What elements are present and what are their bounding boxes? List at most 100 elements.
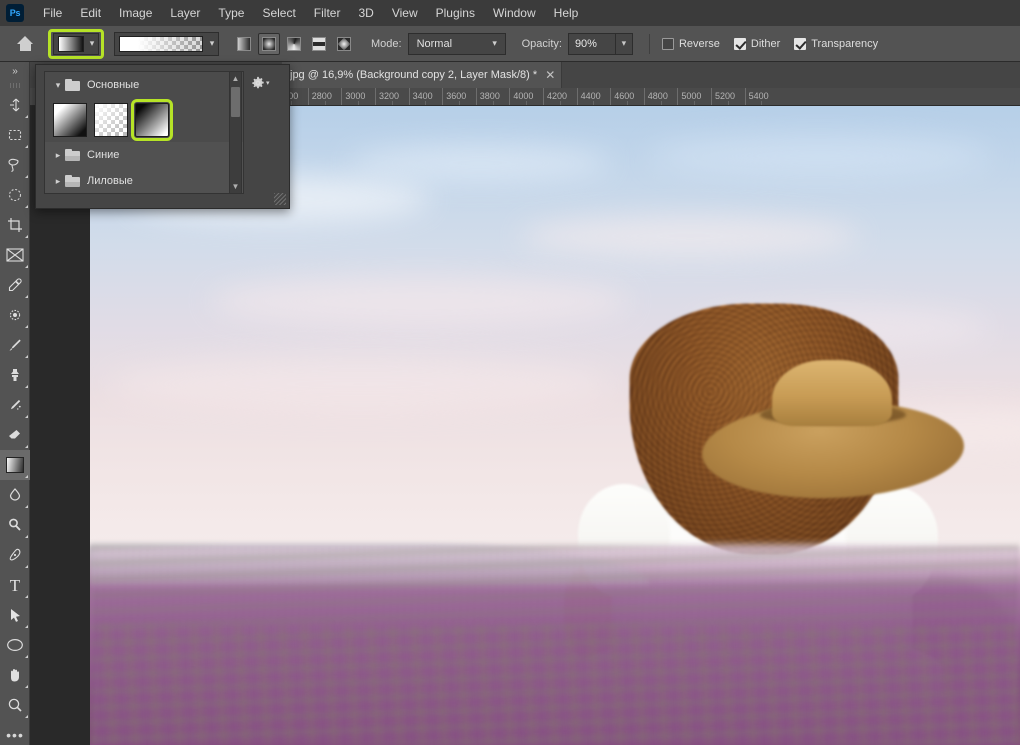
panel-resize-grip[interactable] (274, 193, 286, 205)
gear-icon[interactable]: ▾ (251, 75, 271, 91)
menu-item-plugins[interactable]: Plugins (427, 2, 484, 24)
tool-preset-corner (25, 685, 28, 688)
chevron-down-icon[interactable]: ▾ (614, 33, 632, 54)
ruler-tick: 4800 (643, 88, 668, 105)
reverse-checkbox[interactable]: Reverse (661, 37, 720, 50)
menu-item-edit[interactable]: Edit (71, 2, 110, 24)
ruler-tick-label: 5000 (681, 91, 702, 101)
close-icon[interactable]: ✕ (545, 68, 555, 82)
frame-tool[interactable] (0, 240, 30, 270)
clone-stamp-tool[interactable] (0, 360, 30, 390)
blur-tool[interactable] (0, 480, 30, 510)
ruler-tick: 5400 (744, 88, 769, 105)
collapse-toolbar-button[interactable]: » (0, 62, 29, 80)
menu-item-file[interactable]: File (34, 2, 71, 24)
chevron-down-icon[interactable]: ▾ (51, 80, 65, 91)
ellipse-tool[interactable] (0, 630, 30, 660)
eraser-tool[interactable] (0, 420, 30, 450)
type-tool[interactable]: T (0, 570, 30, 600)
chevron-down-icon[interactable]: ▾ (206, 39, 218, 48)
path-selection-tool[interactable] (0, 600, 30, 630)
menu-item-help[interactable]: Help (545, 2, 588, 24)
diamond-gradient-button[interactable] (333, 33, 355, 55)
ruler-tick: 4600 (610, 88, 634, 105)
blend-mode-select[interactable]: Normal ▾ (407, 32, 506, 55)
tool-preset-corner (25, 265, 28, 268)
edit-toolbar-button[interactable]: ••• (0, 720, 30, 745)
options-divider (648, 33, 650, 54)
chevron-down-icon[interactable]: ▾ (266, 79, 270, 87)
gradient-preset-list[interactable]: ▾ Основные ▸ Синие ▸ Лиловые (44, 71, 244, 194)
chevron-right-icon[interactable]: ▸ (51, 176, 65, 187)
folder-icon (65, 175, 80, 187)
scroll-down-icon[interactable]: ▼ (230, 180, 241, 193)
zoom-tool[interactable] (0, 690, 30, 720)
gradient-group-osnovnye[interactable]: ▾ Основные (45, 72, 243, 98)
home-icon (16, 36, 34, 51)
history-brush-tool[interactable] (0, 390, 30, 420)
ruler-tick-label: 5400 (748, 91, 769, 101)
gradient-preset-black-to-white[interactable] (131, 99, 173, 141)
gradient-group-sinie[interactable]: ▸ Синие (45, 142, 243, 168)
gradient-preset-foreground-to-background[interactable] (53, 103, 87, 137)
ruler-tick-label: 2800 (311, 91, 332, 101)
chevron-down-icon[interactable]: ▾ (86, 39, 98, 48)
ruler-tick: 3800 (475, 88, 500, 105)
gradient-picker-panel[interactable]: ▾ Основные ▸ Синие ▸ Лиловые ▲ ▼ ▾ (35, 64, 290, 209)
move-tool[interactable] (0, 90, 30, 120)
ruler-minor-tick (593, 101, 595, 105)
object-selection-tool[interactable] (0, 180, 30, 210)
scroll-up-icon[interactable]: ▲ (230, 72, 241, 85)
ruler-minor-tick (324, 101, 326, 105)
reverse-label: Reverse (678, 37, 720, 50)
lasso-tool[interactable] (0, 150, 30, 180)
gradient-preset-foreground-to-transparent[interactable] (94, 103, 128, 137)
gradient-preset-preview (119, 35, 203, 52)
menu-bar: Ps File Edit Image Layer Type Select Fil… (0, 0, 1020, 26)
ruler-minor-tick (425, 101, 427, 105)
gradient-tool[interactable] (0, 450, 30, 480)
rectangular-marquee-tool[interactable] (0, 120, 30, 150)
hand-tool[interactable] (0, 660, 30, 690)
photoshop-logo: Ps (6, 4, 24, 22)
menu-item-filter[interactable]: Filter (305, 2, 350, 24)
mode-label: Mode: (371, 37, 402, 50)
radial-gradient-button[interactable] (258, 32, 280, 55)
toolbar-grip[interactable] (0, 80, 29, 90)
menu-item-image[interactable]: Image (110, 2, 161, 24)
eyedropper-tool[interactable] (0, 270, 30, 300)
opacity-field[interactable]: 90% ▾ (567, 32, 633, 55)
reflected-gradient-button[interactable] (308, 33, 330, 55)
panel-scrollbar[interactable]: ▲ ▼ (229, 71, 242, 194)
pen-tool[interactable] (0, 540, 30, 570)
menu-item-layer[interactable]: Layer (161, 2, 209, 24)
spot-healing-brush-tool[interactable] (0, 300, 30, 330)
gradient-tool-swatch-button[interactable]: ▾ (53, 32, 99, 55)
linear-gradient-button[interactable] (233, 33, 255, 55)
menu-item-select[interactable]: Select (253, 2, 304, 24)
scrollbar-thumb[interactable] (231, 87, 240, 117)
home-button[interactable] (8, 30, 42, 58)
menu-item-window[interactable]: Window (484, 2, 545, 24)
tool-preset-corner (25, 475, 28, 478)
dither-checkbox[interactable]: Dither (733, 37, 780, 50)
document-tab[interactable]: jpg @ 16,9% (Background copy 2, Layer Ma… (282, 62, 563, 88)
crop-tool[interactable] (0, 210, 30, 240)
blend-mode-value: Normal (416, 37, 453, 50)
dodge-tool[interactable] (0, 510, 30, 540)
menu-item-view[interactable]: View (383, 2, 427, 24)
ruler-tick: 4400 (576, 88, 601, 105)
gradient-group-lilovye[interactable]: ▸ Лиловые (45, 168, 243, 193)
chevron-right-icon[interactable]: ▸ (51, 150, 65, 161)
ruler-tick-label: 4000 (513, 91, 534, 101)
menu-item-3d[interactable]: 3D (349, 2, 382, 24)
transparency-checkbox[interactable]: Transparency (794, 37, 878, 50)
menu-item-type[interactable]: Type (209, 2, 253, 24)
angle-gradient-button[interactable] (283, 33, 305, 55)
ruler-tick: 3200 (375, 88, 399, 105)
gradient-preset-picker[interactable]: ▾ (114, 31, 219, 56)
ruler-minor-tick (559, 101, 561, 105)
ruler-tick-label: 4800 (647, 91, 668, 101)
tool-preset-corner (25, 325, 28, 328)
brush-tool[interactable] (0, 330, 30, 360)
